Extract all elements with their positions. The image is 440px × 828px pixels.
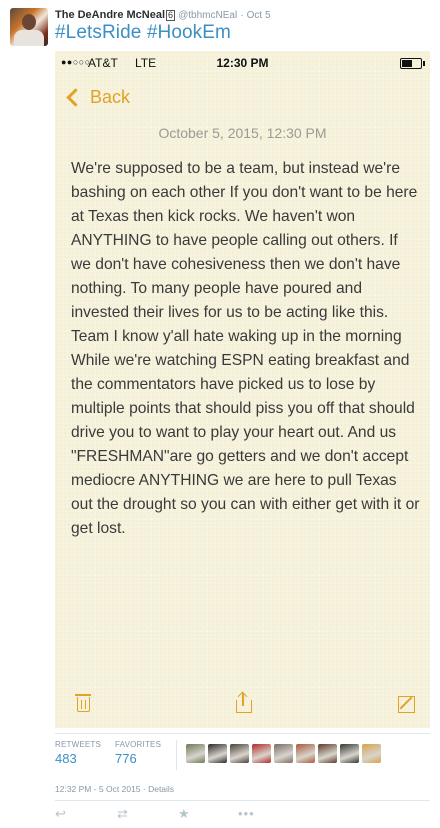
handle[interactable]: @tbhmcNEal: [178, 10, 237, 21]
compose-icon[interactable]: [395, 691, 419, 715]
notes-toolbar: [55, 691, 430, 721]
more-icon[interactable]: •••: [238, 806, 255, 821]
back-label: Back: [90, 86, 131, 107]
avatar-shirt: [14, 30, 44, 46]
retweets-count: 483: [55, 751, 77, 766]
attached-photo[interactable]: ●●○○○ AT&T LTE 12:30 PM Back October 5, …: [55, 51, 430, 728]
favoriter-avatar[interactable]: [318, 744, 337, 763]
favoriter-avatar[interactable]: [296, 744, 315, 763]
star-icon[interactable]: ★: [178, 806, 190, 822]
separator-dot: ·: [240, 10, 244, 21]
status-time: 12:30 PM: [216, 56, 269, 70]
favorites-count: 776: [115, 751, 137, 766]
favoriter-avatar[interactable]: [274, 744, 293, 763]
favoriters-avatars: [186, 744, 381, 764]
note-body: We're supposed to be a team, but instead…: [71, 160, 420, 537]
tweet-text[interactable]: #LetsRide #HookEm: [55, 22, 231, 44]
retweets-stat[interactable]: RETWEETS 483: [55, 740, 101, 766]
trash-icon[interactable]: [71, 691, 95, 715]
favoriter-avatar[interactable]: [230, 744, 249, 763]
favoriter-avatar[interactable]: [252, 744, 271, 763]
favorites-label: FAVORITES: [115, 740, 162, 749]
back-button[interactable]: Back: [65, 84, 130, 110]
avatar[interactable]: [10, 8, 48, 46]
divider: [176, 740, 177, 770]
battery-icon: [400, 58, 425, 69]
tweet-time[interactable]: Oct 5: [247, 10, 271, 21]
favoriter-avatar[interactable]: [208, 744, 227, 763]
retweet-icon[interactable]: ⇄: [117, 806, 128, 822]
tweet-header: The DeAndre McNeal 6 @tbhmcNEal · Oct 5: [55, 9, 271, 21]
retweets-label: RETWEETS: [55, 740, 102, 749]
favoriter-avatar[interactable]: [340, 744, 359, 763]
chevron-left-icon: [66, 87, 85, 107]
reply-icon[interactable]: ↩: [55, 806, 66, 822]
badge: 6: [166, 10, 176, 21]
tweet-meta[interactable]: 12:32 PM - 5 Oct 2015 · Details: [55, 784, 174, 794]
display-name[interactable]: The DeAndre McNeal: [55, 9, 165, 21]
tweet-actions: ↩ ⇄ ★ •••: [55, 806, 315, 824]
avatar-face: [22, 14, 36, 30]
status-bar: ●●○○○ AT&T LTE 12:30 PM: [55, 51, 430, 75]
favorites-stat[interactable]: FAVORITES 776: [115, 740, 161, 766]
favoriter-avatar[interactable]: [186, 744, 205, 763]
favoriter-avatar[interactable]: [362, 744, 381, 763]
share-icon[interactable]: [231, 691, 255, 715]
divider: [55, 800, 430, 801]
note-date: October 5, 2015, 12:30 PM: [158, 125, 327, 141]
divider: [55, 733, 430, 734]
